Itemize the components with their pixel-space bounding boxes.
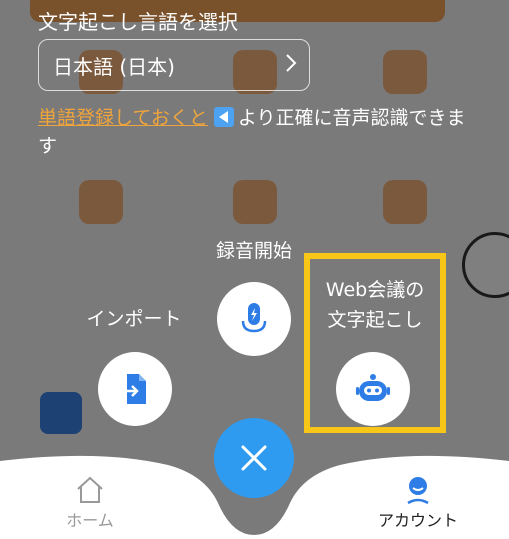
- speaker-icon: [213, 107, 234, 127]
- import-label: インポート: [86, 308, 182, 330]
- mic-icon: [241, 303, 267, 333]
- close-button[interactable]: [214, 418, 294, 498]
- account-icon: [407, 477, 429, 505]
- highlight-frame: [304, 253, 446, 433]
- import-button[interactable]: [98, 352, 172, 426]
- close-icon: [241, 445, 267, 471]
- hint-text: 単語登録しておくと より正確に音声認識できます: [38, 104, 478, 160]
- tab-account[interactable]: アカウント: [368, 475, 468, 531]
- language-title: 文字起こし言語を選択: [38, 10, 238, 34]
- chevron-right-icon: [285, 52, 297, 80]
- tab-home[interactable]: ホーム: [52, 475, 128, 531]
- record-label: 録音開始: [215, 240, 292, 262]
- tab-home-label: ホーム: [66, 511, 114, 530]
- record-button[interactable]: [217, 282, 291, 356]
- language-select[interactable]: 日本語 (日本): [38, 39, 310, 91]
- import-file-icon: [122, 374, 146, 404]
- word-registration-link[interactable]: 単語登録しておくと: [38, 107, 208, 129]
- language-selected-value: 日本語 (日本): [53, 54, 175, 79]
- home-icon: [77, 476, 103, 503]
- tab-account-label: アカウント: [377, 511, 458, 530]
